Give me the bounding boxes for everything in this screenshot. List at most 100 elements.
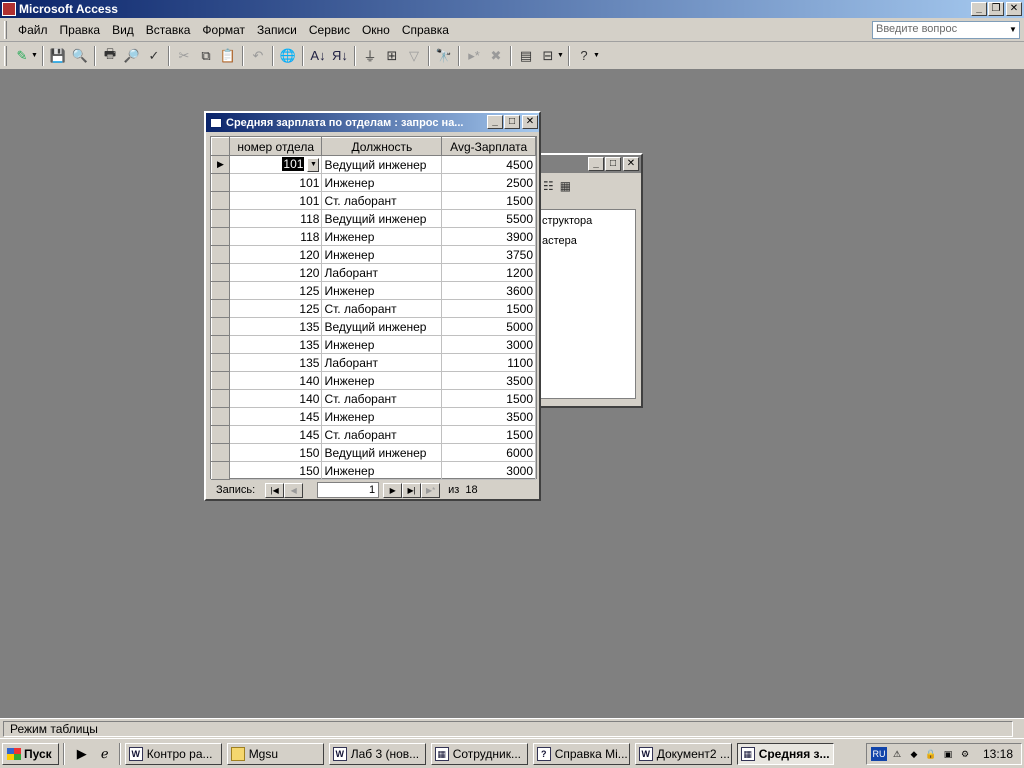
table-row[interactable]: ▶ 101 ▼ Ведущий инженер 4500 (211, 155, 536, 174)
menu-view[interactable]: Вид (106, 21, 140, 39)
antivirus-icon[interactable]: ◆ (907, 747, 921, 761)
menu-help[interactable]: Справка (396, 21, 455, 39)
record-selector[interactable] (211, 353, 230, 372)
record-selector[interactable] (211, 443, 230, 462)
cell-avg-salary[interactable]: 1500 (441, 425, 536, 444)
taskbar-button[interactable]: W Документ2 ... (634, 742, 732, 765)
sort-descending-icon[interactable]: Я↓ (329, 45, 351, 67)
table-row[interactable]: 118 Инженер 3900 (211, 227, 536, 246)
record-selector[interactable] (211, 335, 230, 354)
chevron-down-icon[interactable]: ▼ (593, 52, 601, 59)
ask-question-input[interactable]: Введите вопрос ▼ (872, 21, 1020, 39)
next-record-button[interactable]: ▶ (383, 482, 403, 498)
file-search-icon[interactable]: 🔍 (69, 45, 91, 67)
cell-dept[interactable]: 145 (229, 407, 323, 426)
menu-records[interactable]: Записи (251, 21, 303, 39)
cell-position[interactable]: Инженер (321, 371, 443, 390)
print-preview-icon[interactable]: 🔎 (121, 45, 143, 67)
table-row[interactable]: 145 Инженер 3500 (211, 407, 536, 426)
record-selector[interactable] (211, 173, 230, 192)
cell-avg-salary[interactable]: 1200 (441, 263, 536, 282)
internet-explorer-icon[interactable]: ℯ (95, 744, 115, 764)
undo-icon[interactable]: ↶ (247, 45, 269, 67)
cell-avg-salary[interactable]: 4500 (441, 155, 536, 174)
list-item[interactable]: структора (536, 210, 635, 230)
cell-position[interactable]: Ст. лаборант (321, 389, 443, 408)
cell-avg-salary[interactable]: 3000 (441, 335, 536, 354)
cell-dept[interactable]: 118 (229, 227, 323, 246)
table-row[interactable]: 135 Инженер 3000 (211, 335, 536, 354)
taskbar-button[interactable]: W Контро ра... (124, 742, 222, 765)
cell-position[interactable]: Инженер (321, 227, 443, 246)
minimize-button[interactable]: _ (588, 157, 604, 171)
cell-position[interactable]: Инженер (321, 335, 443, 354)
taskbar-button[interactable]: ? Справка Mi... (532, 742, 630, 765)
language-indicator[interactable]: RU (871, 747, 887, 761)
table-row[interactable]: 120 Инженер 3750 (211, 245, 536, 264)
select-all-corner[interactable] (211, 137, 230, 156)
new-record-icon[interactable]: ▸* (463, 45, 485, 67)
apply-filter-icon[interactable]: ▽ (403, 45, 425, 67)
save-icon[interactable]: 💾 (47, 45, 69, 67)
settings-tray-icon[interactable]: ⚙ (958, 747, 972, 761)
cell-avg-salary[interactable]: 5500 (441, 209, 536, 228)
cell-position[interactable]: Лаборант (321, 353, 443, 372)
start-button[interactable]: Пуск (2, 742, 59, 765)
filter-by-selection-icon[interactable]: ⏚ (359, 45, 381, 67)
cell-value[interactable]: 101 (282, 157, 305, 172)
design-view-icon[interactable]: ✎ (11, 45, 33, 67)
record-selector[interactable] (211, 191, 230, 210)
record-selector[interactable] (211, 407, 230, 426)
cell-dept[interactable]: 125 (229, 281, 323, 300)
record-selector[interactable] (211, 425, 230, 444)
cell-dept[interactable]: 120 (229, 245, 323, 264)
table-row[interactable]: 101 Инженер 2500 (211, 173, 536, 192)
help-icon[interactable]: ? (573, 45, 595, 67)
cell-dept[interactable]: 101 (229, 173, 323, 192)
record-selector[interactable] (211, 263, 230, 282)
cell-dept[interactable]: 140 (229, 371, 323, 390)
table-row[interactable]: 150 Инженер 3000 (211, 461, 536, 480)
taskbar-button[interactable]: ▦ Средняя з... (736, 742, 834, 765)
menu-window[interactable]: Окно (356, 21, 396, 39)
table-row[interactable]: 135 Ведущий инженер 5000 (211, 317, 536, 336)
table-row[interactable]: 150 Ведущий инженер 6000 (211, 443, 536, 462)
network-icon[interactable]: ⚠ (890, 747, 904, 761)
cell-dept[interactable]: 140 (229, 389, 323, 408)
record-selector[interactable] (211, 209, 230, 228)
column-header-dept[interactable]: номер отдела (228, 137, 323, 156)
copy-icon[interactable]: ⧉ (195, 45, 217, 67)
column-header-position[interactable]: Должность (321, 137, 443, 156)
record-selector[interactable] (211, 389, 230, 408)
cell-position[interactable]: Инженер (321, 245, 443, 264)
table-row[interactable]: 145 Ст. лаборант 1500 (211, 425, 536, 444)
new-object-icon[interactable]: ⊟ (537, 45, 559, 67)
cell-position[interactable]: Ст. лаборант (321, 191, 443, 210)
last-record-button[interactable]: ▶| (402, 482, 422, 498)
cell-position[interactable]: Инженер (321, 461, 443, 480)
restore-button[interactable]: ❐ (988, 2, 1004, 16)
table-row[interactable]: 125 Инженер 3600 (211, 281, 536, 300)
cell-dept[interactable]: 150 (229, 443, 323, 462)
toolbar-grip[interactable] (4, 45, 7, 66)
cell-dept[interactable]: 135 (229, 335, 323, 354)
cell-avg-salary[interactable]: 1500 (441, 299, 536, 318)
record-number-input[interactable]: 1 (317, 482, 380, 498)
record-selector[interactable] (211, 317, 230, 336)
cell-avg-salary[interactable]: 6000 (441, 443, 536, 462)
cell-avg-salary[interactable]: 3500 (441, 407, 536, 426)
cell-dept[interactable]: 145 (229, 425, 323, 444)
chevron-down-icon[interactable]: ▼ (557, 52, 565, 59)
table-row[interactable]: 125 Ст. лаборант 1500 (211, 299, 536, 318)
delete-record-icon[interactable]: ✖ (485, 45, 507, 67)
cut-icon[interactable]: ✂ (173, 45, 195, 67)
record-selector[interactable] (211, 281, 230, 300)
cell-position[interactable]: Ст. лаборант (321, 425, 443, 444)
cell-position[interactable]: Инженер (321, 407, 443, 426)
chevron-down-icon[interactable]: ▼ (307, 157, 320, 172)
cell-avg-salary[interactable]: 3000 (441, 461, 536, 480)
cell-dept[interactable]: 101 (229, 191, 323, 210)
database-window-titlebar[interactable]: _ □ ✕ (535, 155, 641, 173)
hyperlink-icon[interactable]: 🌐 (277, 45, 299, 67)
taskbar-button[interactable]: Mgsu (226, 742, 324, 765)
